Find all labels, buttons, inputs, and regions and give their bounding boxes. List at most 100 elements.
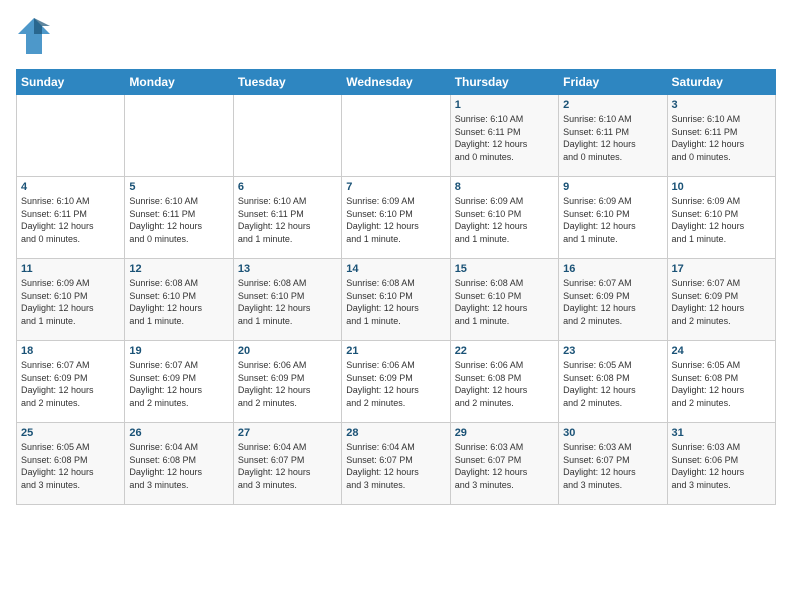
- day-number: 21: [346, 345, 445, 357]
- day-number: 19: [129, 345, 228, 357]
- calendar-cell: 9Sunrise: 6:09 AM Sunset: 6:10 PM Daylig…: [559, 177, 667, 259]
- week-row-1: 1 Sunrise: 6:10 AM Sunset: 6:11 PM Daylig…: [17, 95, 776, 177]
- week-row-5: 25 Sunrise: 6:05 AM Sunset: 6:08 PM Dayli…: [17, 423, 776, 505]
- day-info: Sunrise: 6:09 AM Sunset: 6:10 PM Dayligh…: [672, 195, 771, 245]
- day-number: 4: [21, 181, 120, 193]
- calendar-header-row: SundayMondayTuesdayWednesdayThursdayFrid…: [17, 70, 776, 95]
- calendar-cell: 21 Sunrise: 6:06 AM Sunset: 6:09 PM Dayli…: [342, 341, 450, 423]
- day-number: 6: [238, 181, 337, 193]
- week-row-2: 4 Sunrise: 6:10 AM Sunset: 6:11 PM Daylig…: [17, 177, 776, 259]
- day-info: Sunrise: 6:05 AM Sunset: 6:08 PM Dayligh…: [21, 441, 120, 491]
- day-number: 11: [21, 263, 120, 275]
- calendar-cell: 30 Sunrise: 6:03 AM Sunset: 6:07 PM Dayli…: [559, 423, 667, 505]
- day-info: Sunrise: 6:09 AM Sunset: 6:10 PM Dayligh…: [346, 195, 445, 245]
- day-info: Sunrise: 6:10 AM Sunset: 6:11 PM Dayligh…: [563, 113, 662, 163]
- calendar-cell: 5 Sunrise: 6:10 AM Sunset: 6:11 PM Daylig…: [125, 177, 233, 259]
- day-info: Sunrise: 6:03 AM Sunset: 6:07 PM Dayligh…: [563, 441, 662, 491]
- calendar-cell: 24Sunrise: 6:05 AM Sunset: 6:08 PM Dayli…: [667, 341, 775, 423]
- day-number: 22: [455, 345, 554, 357]
- logo-bird-icon: [16, 16, 52, 61]
- day-number: 8: [455, 181, 554, 193]
- calendar-cell: 17 Sunrise: 6:07 AM Sunset: 6:09 PM Dayli…: [667, 259, 775, 341]
- calendar-cell: 2 Sunrise: 6:10 AM Sunset: 6:11 PM Daylig…: [559, 95, 667, 177]
- calendar-cell: 20Sunrise: 6:06 AM Sunset: 6:09 PM Dayli…: [233, 341, 341, 423]
- col-header-friday: Friday: [559, 70, 667, 95]
- day-info: Sunrise: 6:08 AM Sunset: 6:10 PM Dayligh…: [455, 277, 554, 327]
- day-number: 27: [238, 427, 337, 439]
- day-info: Sunrise: 6:05 AM Sunset: 6:08 PM Dayligh…: [563, 359, 662, 409]
- calendar-cell: [233, 95, 341, 177]
- day-number: 5: [129, 181, 228, 193]
- day-info: Sunrise: 6:06 AM Sunset: 6:08 PM Dayligh…: [455, 359, 554, 409]
- day-number: 18: [21, 345, 120, 357]
- logo: [16, 16, 54, 61]
- day-info: Sunrise: 6:10 AM Sunset: 6:11 PM Dayligh…: [21, 195, 120, 245]
- day-info: Sunrise: 6:06 AM Sunset: 6:09 PM Dayligh…: [346, 359, 445, 409]
- day-number: 14: [346, 263, 445, 275]
- day-info: Sunrise: 6:10 AM Sunset: 6:11 PM Dayligh…: [672, 113, 771, 163]
- day-number: 24: [672, 345, 771, 357]
- col-header-tuesday: Tuesday: [233, 70, 341, 95]
- calendar-cell: 13 Sunrise: 6:08 AM Sunset: 6:10 PM Dayli…: [233, 259, 341, 341]
- day-number: 28: [346, 427, 445, 439]
- calendar-cell: 27 Sunrise: 6:04 AM Sunset: 6:07 PM Dayli…: [233, 423, 341, 505]
- day-number: 13: [238, 263, 337, 275]
- day-info: Sunrise: 6:09 AM Sunset: 6:10 PM Dayligh…: [455, 195, 554, 245]
- calendar-cell: 25 Sunrise: 6:05 AM Sunset: 6:08 PM Dayli…: [17, 423, 125, 505]
- calendar-cell: 16 Sunrise: 6:07 AM Sunset: 6:09 PM Dayli…: [559, 259, 667, 341]
- day-info: Sunrise: 6:03 AM Sunset: 6:07 PM Dayligh…: [455, 441, 554, 491]
- day-info: Sunrise: 6:07 AM Sunset: 6:09 PM Dayligh…: [672, 277, 771, 327]
- day-number: 16: [563, 263, 662, 275]
- day-number: 1: [455, 99, 554, 111]
- calendar-cell: 7 Sunrise: 6:09 AM Sunset: 6:10 PM Daylig…: [342, 177, 450, 259]
- day-number: 29: [455, 427, 554, 439]
- day-info: Sunrise: 6:07 AM Sunset: 6:09 PM Dayligh…: [563, 277, 662, 327]
- day-number: 3: [672, 99, 771, 111]
- calendar-cell: 28 Sunrise: 6:04 AM Sunset: 6:07 PM Dayli…: [342, 423, 450, 505]
- day-info: Sunrise: 6:08 AM Sunset: 6:10 PM Dayligh…: [129, 277, 228, 327]
- col-header-thursday: Thursday: [450, 70, 558, 95]
- day-number: 23: [563, 345, 662, 357]
- day-number: 17: [672, 263, 771, 275]
- calendar-cell: 8 Sunrise: 6:09 AM Sunset: 6:10 PM Daylig…: [450, 177, 558, 259]
- calendar-cell: 6 Sunrise: 6:10 AM Sunset: 6:11 PM Daylig…: [233, 177, 341, 259]
- calendar-cell: 26Sunrise: 6:04 AM Sunset: 6:08 PM Dayli…: [125, 423, 233, 505]
- day-number: 15: [455, 263, 554, 275]
- week-row-3: 11 Sunrise: 6:09 AM Sunset: 6:10 PM Dayli…: [17, 259, 776, 341]
- day-info: Sunrise: 6:10 AM Sunset: 6:11 PM Dayligh…: [238, 195, 337, 245]
- day-info: Sunrise: 6:09 AM Sunset: 6:10 PM Dayligh…: [21, 277, 120, 327]
- calendar-cell: 19 Sunrise: 6:07 AM Sunset: 6:09 PM Dayli…: [125, 341, 233, 423]
- col-header-wednesday: Wednesday: [342, 70, 450, 95]
- calendar-cell: 3 Sunrise: 6:10 AM Sunset: 6:11 PM Daylig…: [667, 95, 775, 177]
- day-info: Sunrise: 6:04 AM Sunset: 6:07 PM Dayligh…: [346, 441, 445, 491]
- day-info: Sunrise: 6:07 AM Sunset: 6:09 PM Dayligh…: [129, 359, 228, 409]
- day-number: 25: [21, 427, 120, 439]
- day-number: 30: [563, 427, 662, 439]
- calendar-cell: 12Sunrise: 6:08 AM Sunset: 6:10 PM Dayli…: [125, 259, 233, 341]
- day-info: Sunrise: 6:10 AM Sunset: 6:11 PM Dayligh…: [129, 195, 228, 245]
- calendar-cell: 11 Sunrise: 6:09 AM Sunset: 6:10 PM Dayli…: [17, 259, 125, 341]
- calendar-cell: 1Sunrise: 6:10 AM Sunset: 6:11 PM Daylig…: [450, 95, 558, 177]
- day-info: Sunrise: 6:06 AM Sunset: 6:09 PM Dayligh…: [238, 359, 337, 409]
- calendar-cell: [342, 95, 450, 177]
- calendar-cell: 31Sunrise: 6:03 AM Sunset: 6:06 PM Dayli…: [667, 423, 775, 505]
- calendar-cell: 4 Sunrise: 6:10 AM Sunset: 6:11 PM Daylig…: [17, 177, 125, 259]
- page-header: [16, 16, 776, 61]
- col-header-monday: Monday: [125, 70, 233, 95]
- calendar-cell: 23 Sunrise: 6:05 AM Sunset: 6:08 PM Dayli…: [559, 341, 667, 423]
- col-header-saturday: Saturday: [667, 70, 775, 95]
- calendar-cell: 15 Sunrise: 6:08 AM Sunset: 6:10 PM Dayli…: [450, 259, 558, 341]
- day-info: Sunrise: 6:08 AM Sunset: 6:10 PM Dayligh…: [346, 277, 445, 327]
- calendar-cell: [125, 95, 233, 177]
- calendar-cell: 22 Sunrise: 6:06 AM Sunset: 6:08 PM Dayli…: [450, 341, 558, 423]
- calendar-table: SundayMondayTuesdayWednesdayThursdayFrid…: [16, 69, 776, 505]
- day-info: Sunrise: 6:08 AM Sunset: 6:10 PM Dayligh…: [238, 277, 337, 327]
- col-header-sunday: Sunday: [17, 70, 125, 95]
- calendar-cell: 29 Sunrise: 6:03 AM Sunset: 6:07 PM Dayli…: [450, 423, 558, 505]
- day-number: 2: [563, 99, 662, 111]
- day-info: Sunrise: 6:04 AM Sunset: 6:07 PM Dayligh…: [238, 441, 337, 491]
- calendar-cell: 14 Sunrise: 6:08 AM Sunset: 6:10 PM Dayli…: [342, 259, 450, 341]
- day-info: Sunrise: 6:04 AM Sunset: 6:08 PM Dayligh…: [129, 441, 228, 491]
- day-number: 7: [346, 181, 445, 193]
- calendar-cell: [17, 95, 125, 177]
